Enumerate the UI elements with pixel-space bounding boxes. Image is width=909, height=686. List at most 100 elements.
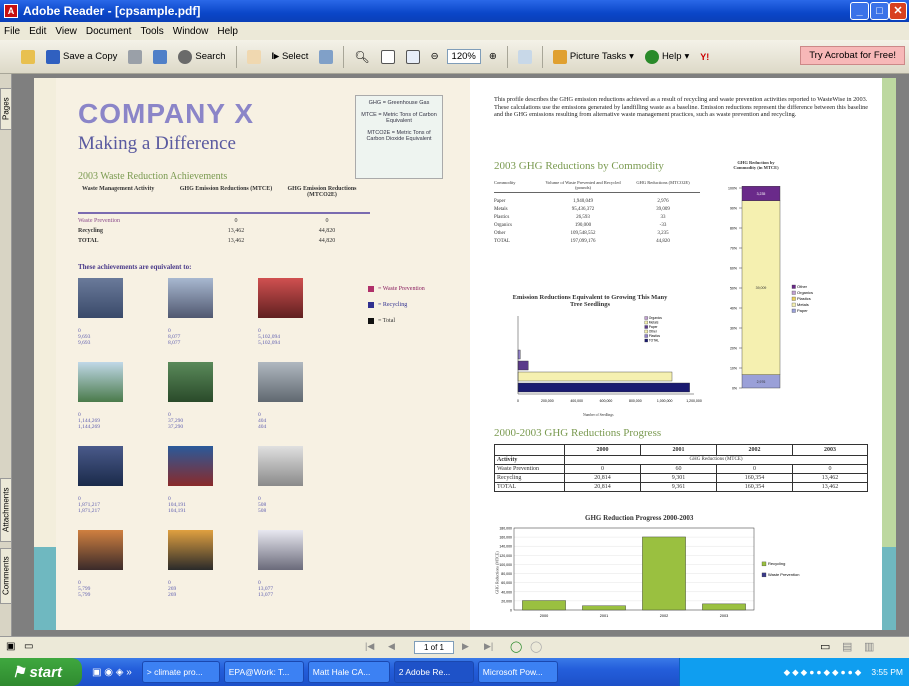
search-button[interactable]: Search [175, 48, 228, 66]
single-page-icon[interactable]: ▭ [820, 640, 830, 653]
fit-width-button[interactable] [403, 48, 423, 66]
back-button[interactable]: ◯ [510, 640, 522, 653]
y-tick-label: 20,000 [501, 599, 512, 603]
forward-button[interactable]: ◯ [530, 640, 542, 653]
x-tick-label: 2003 [720, 614, 728, 618]
minimize-button[interactable]: _ [850, 2, 869, 20]
save-copy-button[interactable]: Save a Copy [43, 48, 120, 66]
hand-tool-button[interactable] [244, 48, 264, 66]
seedling-bar [517, 349, 521, 360]
achievements-col-activity: Waste Management Activity [82, 186, 155, 192]
snapshot-button[interactable] [316, 48, 336, 66]
attachments-tab[interactable]: Attachments [0, 478, 12, 542]
legend-label: Metals [649, 321, 659, 325]
x-tick-label: 400,000 [570, 399, 583, 403]
taskbar-item[interactable]: > climate pro... [141, 661, 220, 683]
equivalent-item: 0 508 508 [258, 446, 303, 514]
windows-logo-icon: ⚑ [12, 664, 26, 681]
try-acrobat-button[interactable]: Try Acrobat for Free! [800, 46, 905, 65]
table-row: Paper 1,940,049 2,976 [494, 199, 700, 207]
rotate-icon [517, 49, 532, 64]
first-page-button[interactable]: |◀ [365, 641, 374, 652]
previous-page-button[interactable]: ◀ [388, 641, 395, 652]
rotate-button[interactable] [515, 48, 535, 66]
table-row: TOTAL 13,462 44,820 [78, 238, 370, 248]
equivalent-value: 508 [258, 508, 267, 514]
close-button[interactable]: ✕ [889, 2, 907, 20]
next-page-button[interactable]: ▶ [462, 641, 469, 652]
cell: 0 [234, 218, 238, 224]
y-tick-label: 180,000 [499, 527, 512, 531]
legend-label: Recycling [768, 561, 785, 566]
zoom-level-input[interactable]: 120% [446, 49, 481, 64]
page-number-input[interactable]: 1 of 1 [414, 641, 454, 654]
pages-tab[interactable]: Pages [0, 88, 12, 130]
cursor-icon: I▸ [271, 51, 279, 62]
header-cell: 2002 [717, 445, 793, 455]
taskbar-item[interactable]: Microsoft Pow... [477, 661, 558, 683]
definition-mtco2e: MTCO2E = Metric Tons of Carbon Dioxide E… [366, 130, 432, 142]
menu-file[interactable]: File [4, 26, 20, 37]
equivalent-value: 37,290 [168, 424, 184, 430]
navigation-panel: Pages Attachments Comments [0, 74, 12, 636]
tray-icons[interactable]: ◆◆◆●●◆◆●●◆ [784, 667, 864, 678]
maximize-button[interactable]: □ [870, 2, 889, 20]
continuous-icon[interactable]: ▤ [842, 640, 852, 653]
quick-launch-icons[interactable]: ▣ ◉ ◈ » [92, 667, 132, 678]
select-tool-button[interactable]: I▸ Select [269, 49, 312, 64]
definition-ghg: GHG = Greenhouse Gas [368, 100, 430, 106]
zoom-out-button[interactable]: ⊖ [428, 49, 442, 64]
print-button[interactable] [125, 48, 145, 66]
equivalent-value: 8,077 [168, 340, 181, 346]
legend-swatch [644, 329, 648, 334]
menu-document[interactable]: Document [86, 26, 132, 37]
cell: 44,820 [318, 238, 336, 244]
y-tick-label: 60% [730, 267, 737, 271]
photo-forest-bw [258, 362, 303, 402]
menu-help[interactable]: Help [217, 26, 238, 37]
table-row: Other 109,548,552 3,235 [494, 231, 700, 239]
x-tick-label: 1,000,000 [657, 399, 673, 403]
facing-icon[interactable]: ▥ [864, 640, 874, 653]
taskbar-item[interactable]: 2 Adobe Re... [393, 661, 474, 683]
yahoo-icon: Y! [700, 51, 710, 62]
layout-icon[interactable]: ▭ [24, 641, 33, 652]
help-button[interactable]: Help ▾ [642, 48, 692, 66]
open-button[interactable] [18, 48, 38, 66]
fullscreen-icon[interactable]: ▣ [6, 641, 15, 652]
company-title: COMPANY X [78, 98, 254, 129]
picture-tasks-button[interactable]: Picture Tasks ▾ [550, 48, 637, 66]
equivalents-legend: = Waste Prevention = Recycling = Total [368, 286, 425, 324]
last-page-button[interactable]: ▶| [484, 641, 493, 652]
zoom-tool-button[interactable]: 🔍︎ [351, 48, 372, 66]
cell: Plastics [494, 215, 510, 220]
table-header: 2000 2001 2002 2003 [495, 445, 867, 456]
title-bar: A Adobe Reader - [cpsample.pdf] _ □ ✕ [0, 0, 909, 22]
x-tick-label: 2000 [540, 614, 548, 618]
zoom-in-button[interactable]: ⊕ [486, 49, 500, 64]
cell: -33 [659, 223, 667, 228]
menu-window[interactable]: Window [173, 26, 209, 37]
cell: 20,814 [565, 483, 641, 491]
taskbar-item[interactable]: Matt Hale CA... [307, 661, 390, 683]
menu-view[interactable]: View [55, 26, 77, 37]
progress-bar [522, 600, 566, 611]
yahoo-button[interactable]: Y! [697, 50, 712, 64]
comments-tab[interactable]: Comments [0, 548, 12, 604]
actual-size-button[interactable] [378, 48, 398, 66]
cell: 95,436,372 [571, 207, 595, 212]
menu-tools[interactable]: Tools [140, 26, 163, 37]
equivalent-item: 0 5,102,094 5,102,094 [258, 278, 303, 346]
progress-bar-chart: 180,000 160,000 140,000 120,000 100,000 80,00… [499, 527, 799, 619]
legend-swatch [644, 316, 648, 320]
email-icon [153, 49, 168, 64]
cell: 13,462 [227, 228, 245, 234]
email-button[interactable] [150, 48, 170, 66]
photo-cars [78, 278, 123, 318]
minus-circle-icon: ⊖ [430, 51, 439, 62]
y-tick-label: 0% [732, 387, 737, 391]
start-button[interactable]: ⚑ start [0, 658, 82, 686]
legend-label: Organics [649, 316, 663, 320]
taskbar-item[interactable]: EPA@Work: T... [223, 661, 304, 683]
menu-edit[interactable]: Edit [29, 26, 46, 37]
